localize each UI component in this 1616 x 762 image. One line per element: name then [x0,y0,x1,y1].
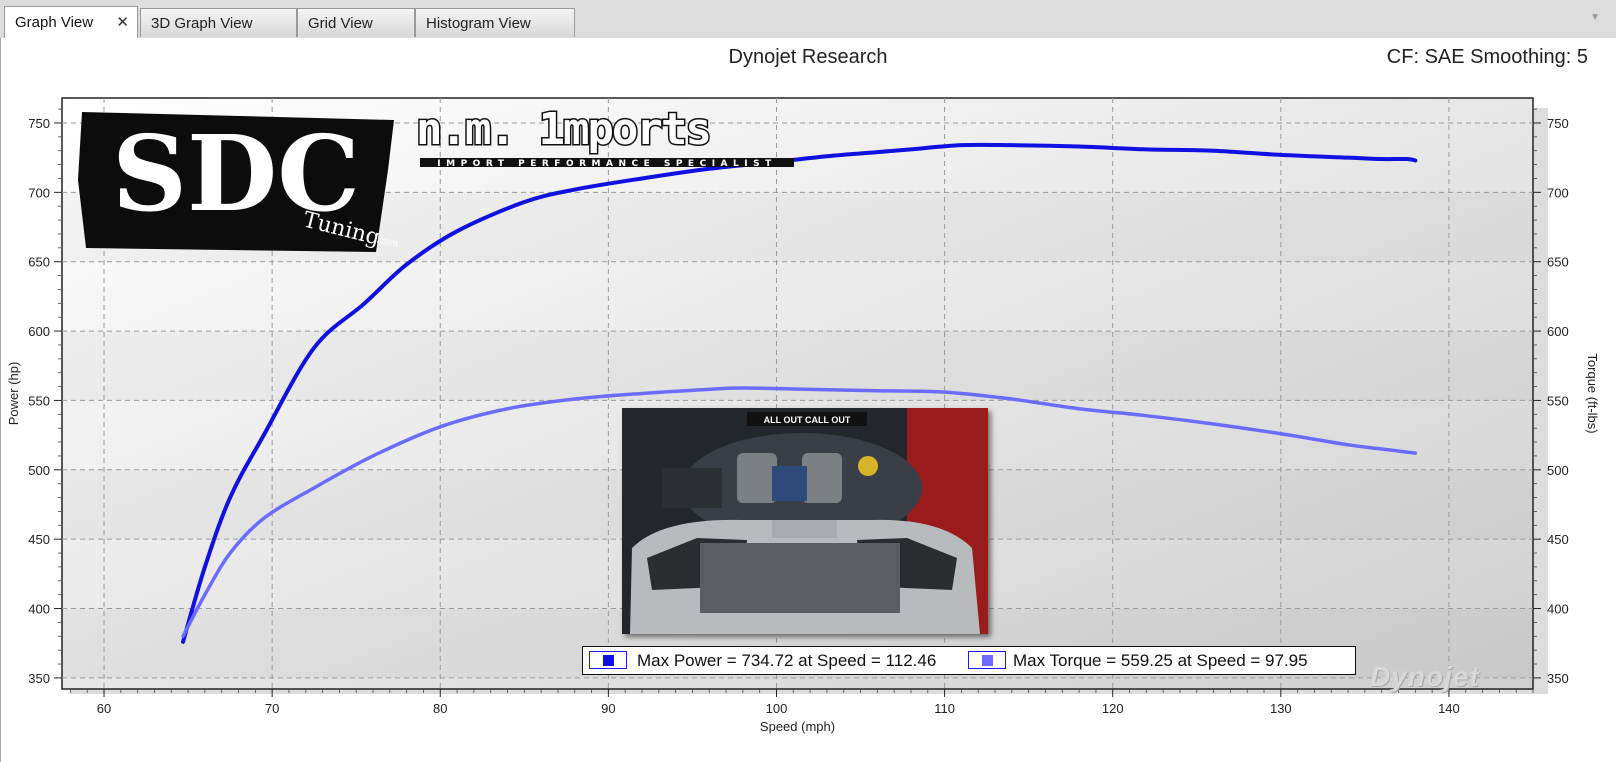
x-tick-label: 70 [265,701,279,716]
y2-tick-label: 700 [1547,185,1569,200]
y2-tick-label: 400 [1547,602,1569,617]
y-axis-label: Power (hp) [6,362,21,426]
x-tick-label: 110 [934,701,955,716]
sdc-tuning-logo: SDC Tuning .com [78,112,399,252]
nm-imports-logo: n.m. 1mports IMPORT PERFORMANCE SPECIALI… [416,106,794,168]
x-tick-label: 120 [1102,701,1124,716]
x-tick-label: 130 [1270,701,1292,716]
sdc-domain-text: .com [375,234,399,250]
x-tick-label: 140 [1438,701,1460,716]
y2-axis-label: Torque (ft-lbs) [1585,353,1600,433]
y-tick-label: 650 [28,255,50,270]
x-tick-label: 80 [433,701,447,716]
engine-bay-photo: ALL OUT CALL OUT [622,408,988,634]
legend-max-power: Max Power = 734.72 at Speed = 112.46 [637,651,937,670]
y2-tick-label: 600 [1547,324,1569,339]
y2-tick-label: 350 [1547,671,1569,686]
x-tick-label: 100 [766,701,788,716]
y-tick-label: 550 [28,393,50,408]
legend-max-torque: Max Torque = 559.25 at Speed = 97.95 [1013,651,1308,670]
y-tick-label: 700 [28,185,50,200]
y2-tick-label: 750 [1547,116,1569,131]
legend-swatch-power [589,651,627,669]
nm-sub-text: IMPORT PERFORMANCE SPECIALIST [437,159,776,168]
y2-tick-label: 450 [1547,532,1569,547]
dynojet-watermark: Dynojet [1370,661,1480,692]
y2-tick-label: 500 [1547,463,1569,478]
photo-banner-text: ALL OUT CALL OUT [764,415,851,425]
y2-tick-label: 650 [1547,255,1569,270]
y-tick-label: 600 [28,324,50,339]
x-axis-label: Speed (mph) [760,719,835,734]
y2-tick-label: 550 [1547,393,1569,408]
legend-swatch-torque [968,651,1006,669]
y-tick-label: 350 [28,671,50,686]
y-tick-label: 400 [28,602,50,617]
x-tick-label: 60 [97,701,111,716]
y-tick-label: 750 [28,116,50,131]
x-tick-label: 90 [601,701,615,716]
chart-legend: Max Power = 734.72 at Speed = 112.46 Max… [582,646,1356,675]
y-tick-label: 500 [28,463,50,478]
y-tick-label: 450 [28,532,50,547]
nm-text: n.m. 1mports [416,106,710,155]
